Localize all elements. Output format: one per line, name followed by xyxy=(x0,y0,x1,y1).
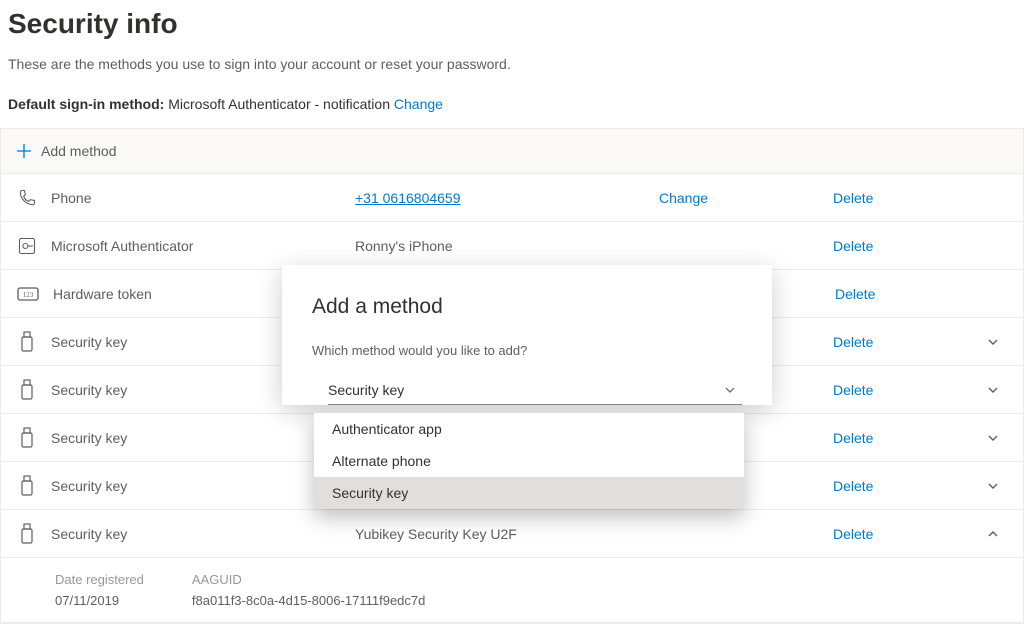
page-title: Security info xyxy=(0,0,1024,48)
method-name: Security key xyxy=(51,430,341,446)
add-method-modal: Add a method Which method would you like… xyxy=(282,265,772,405)
method-name: Phone xyxy=(51,190,341,206)
method-value: Yubikey Security Key U2F xyxy=(355,526,645,542)
chevron-down-icon[interactable] xyxy=(987,432,1007,444)
page-subtitle: These are the methods you use to sign in… xyxy=(0,48,1024,80)
delete-method-link[interactable]: Delete xyxy=(833,430,873,446)
add-method-label: Add method xyxy=(41,143,117,159)
plus-icon xyxy=(17,144,31,158)
change-method-link[interactable]: Change xyxy=(659,190,708,206)
hardware-token-icon: 123 xyxy=(17,286,39,302)
method-name: Security key xyxy=(51,526,341,542)
modal-title: Add a method xyxy=(312,295,742,319)
method-name: Security key xyxy=(51,478,341,494)
expanded-detail: Date registered 07/11/2019 AAGUID f8a011… xyxy=(1,558,1023,623)
method-row: Security key Yubikey Security Key U2F Dele… xyxy=(1,510,1023,558)
chevron-down-icon[interactable] xyxy=(987,384,1007,396)
chevron-down-icon[interactable] xyxy=(987,336,1007,348)
dropdown-option[interactable]: Authenticator app xyxy=(314,413,744,445)
dropdown-option[interactable]: Alternate phone xyxy=(314,445,744,477)
method-name: Microsoft Authenticator xyxy=(51,238,341,254)
usb-icon xyxy=(17,523,37,545)
phone-number-link[interactable]: +31 0616804659 xyxy=(355,190,461,206)
modal-question: Which method would you like to add? xyxy=(312,343,742,358)
dropdown-selected-value: Security key xyxy=(328,382,404,398)
detail-aaguid-value: f8a011f3-8c0a-4d15-8006-17111f9edc7d xyxy=(192,593,425,608)
change-default-link[interactable]: Change xyxy=(394,96,443,112)
dropdown-option[interactable]: Security key xyxy=(314,477,744,509)
default-method-row: Default sign-in method: Microsoft Authen… xyxy=(0,80,1024,128)
delete-method-link[interactable]: Delete xyxy=(833,382,873,398)
detail-date-label: Date registered xyxy=(55,572,144,587)
usb-icon xyxy=(17,331,37,353)
delete-method-link[interactable]: Delete xyxy=(833,190,873,206)
delete-method-link[interactable]: Delete xyxy=(833,238,873,254)
default-method-value: Microsoft Authenticator - notification xyxy=(168,96,390,112)
method-dropdown[interactable]: Security key xyxy=(328,376,742,405)
delete-method-link[interactable]: Delete xyxy=(833,478,873,494)
detail-aaguid-label: AAGUID xyxy=(192,572,425,587)
detail-date-value: 07/11/2019 xyxy=(55,593,144,608)
add-method-button[interactable]: Add method xyxy=(1,129,1023,174)
chevron-up-icon[interactable] xyxy=(987,528,1007,540)
usb-icon xyxy=(17,427,37,449)
delete-method-link[interactable]: Delete xyxy=(833,334,873,350)
delete-method-link[interactable]: Delete xyxy=(833,526,873,542)
method-row: Microsoft Authenticator Ronny's iPhone Del… xyxy=(1,222,1023,270)
method-value: Ronny's iPhone xyxy=(355,238,645,254)
method-row: Phone +31 0616804659 Change Delete xyxy=(1,174,1023,222)
chevron-down-icon xyxy=(724,384,736,396)
default-method-label: Default sign-in method: xyxy=(8,96,164,112)
authenticator-icon xyxy=(17,236,37,256)
delete-method-link[interactable]: Delete xyxy=(835,286,875,302)
phone-icon xyxy=(17,188,37,208)
method-value[interactable]: +31 0616804659 xyxy=(355,190,645,206)
usb-icon xyxy=(17,379,37,401)
dropdown-list: Authenticator appAlternate phoneSecurity… xyxy=(314,413,744,509)
chevron-down-icon[interactable] xyxy=(987,480,1007,492)
usb-icon xyxy=(17,475,37,497)
svg-text:123: 123 xyxy=(23,291,34,299)
